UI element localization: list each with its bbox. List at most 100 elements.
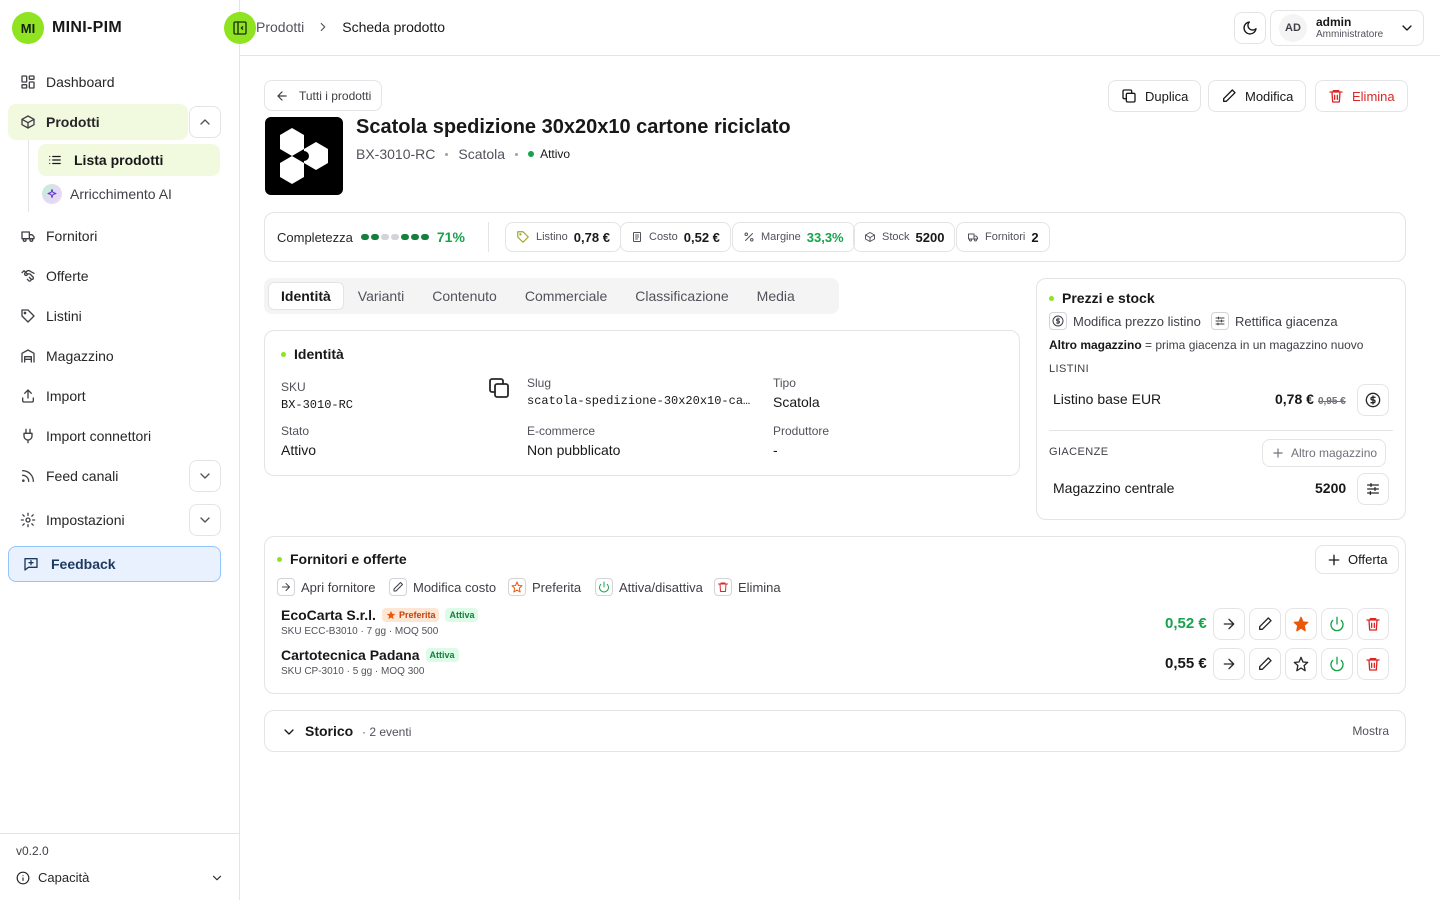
brand[interactable]: MI MINI-PIM — [12, 12, 122, 44]
divider — [488, 222, 489, 252]
sidebar-item-prodotti[interactable]: Prodotti — [8, 104, 188, 140]
open-supplier-button[interactable] — [1213, 608, 1245, 640]
tab-media[interactable]: Media — [743, 282, 809, 310]
chevron-down-icon — [200, 517, 210, 523]
preferred-toggle-button[interactable] — [1285, 648, 1317, 680]
sidebar-item-offerte[interactable]: Offerte — [8, 258, 220, 294]
warehouse-qty: 5200 — [1315, 480, 1347, 496]
sidebar-item-import-connettori[interactable]: Import connettori — [8, 418, 220, 454]
delete-label: Elimina — [1352, 88, 1395, 104]
edit-button[interactable]: Modifica — [1208, 80, 1307, 112]
legend-toggle-active: Attiva/disattiva — [595, 578, 703, 596]
sidebar-item-magazzino[interactable]: Magazzino — [8, 338, 220, 374]
preferred-toggle-button[interactable] — [1285, 608, 1317, 640]
rss-icon — [22, 470, 34, 482]
field-label: E-commerce — [527, 424, 596, 438]
product-image — [265, 117, 343, 195]
tab-classificazione[interactable]: Classificazione — [621, 282, 742, 310]
pencil-icon — [1259, 617, 1272, 630]
field-slug: Slug scatola-spedizione-30x20x10-ca… — [527, 376, 753, 408]
warehouse-name: Magazzino centrale — [1053, 480, 1175, 496]
divider — [1049, 430, 1393, 431]
receipt-icon — [633, 232, 641, 242]
completeness-value: 71% — [436, 229, 465, 245]
tab-identita[interactable]: Identità — [268, 282, 344, 310]
delete-offer-button[interactable] — [1357, 608, 1389, 640]
history-count: · 2 eventi — [362, 725, 412, 739]
sidebar-item-label: Listini — [46, 308, 82, 324]
history-show-button[interactable]: Mostra — [1352, 724, 1389, 738]
edit-list-price-button[interactable] — [1357, 384, 1389, 416]
theme-toggle-button[interactable] — [1234, 12, 1266, 44]
list-price-old: 0,95 € — [1317, 396, 1346, 407]
sidebar-item-import[interactable]: Import — [8, 378, 220, 414]
history-card[interactable]: Storico · 2 eventi Mostra — [264, 710, 1406, 752]
expand-impostazioni-button[interactable] — [189, 504, 221, 536]
giacenze-section-label: GIACENZE — [1049, 446, 1109, 458]
capacity-toggle[interactable]: Capacità — [16, 870, 224, 885]
edit-cost-button[interactable] — [1249, 648, 1281, 680]
sidebar-subitem-arricchimento-ai[interactable]: Arricchimento AI — [38, 178, 220, 210]
field-value: - — [773, 442, 778, 458]
sidebar-item-listini[interactable]: Listini — [8, 298, 220, 334]
breadcrumb: Prodotti Scheda prodotto — [256, 19, 445, 35]
panel-left-icon — [233, 21, 247, 35]
toggle-sidebar-button[interactable] — [224, 12, 256, 44]
back-to-products-button[interactable]: Tutti i prodotti — [264, 80, 383, 111]
copy-sku-button[interactable] — [487, 376, 511, 400]
duplicate-button[interactable]: Duplica — [1108, 80, 1202, 112]
trash-icon — [1366, 658, 1380, 671]
completeness-segment — [380, 234, 389, 240]
sidebar-subitem-lista-prodotti[interactable]: Lista prodotti — [38, 144, 220, 176]
expand-feed-canali-button[interactable] — [189, 460, 221, 492]
delete-offer-button[interactable] — [1357, 648, 1389, 680]
chevron-right-icon — [320, 22, 326, 32]
sidebar: MI MINI-PIM Dashboard Prodotti Lista pro… — [0, 0, 240, 900]
tab-varianti[interactable]: Varianti — [344, 282, 418, 310]
capacity-label: Capacità — [38, 870, 90, 885]
preferred-label: Preferita — [398, 610, 436, 620]
tag-icon — [517, 231, 529, 243]
toggle-active-button[interactable] — [1321, 608, 1353, 640]
stat-chip-listino: Listino 0,78 € — [505, 222, 621, 252]
add-warehouse-button[interactable]: Altro magazzino — [1262, 439, 1387, 467]
sidebar-item-label: Import — [46, 388, 86, 404]
field-value: BX-3010-RC — [281, 398, 354, 412]
completeness: Completezza 71% — [277, 229, 465, 245]
stat-chip-stock: Stock 5200 — [853, 222, 956, 252]
adjust-stock-button[interactable] — [1357, 473, 1389, 505]
sidebar-item-label: Import connettori — [46, 428, 152, 444]
dollar-icon — [1049, 312, 1067, 330]
sidebar-item-dashboard[interactable]: Dashboard — [8, 64, 220, 100]
sliders-icon — [1211, 312, 1229, 330]
warehouse-icon — [21, 349, 35, 363]
field-produttore: Produttore - — [773, 424, 829, 458]
sidebar-item-fornitori[interactable]: Fornitori — [8, 218, 220, 254]
supplier-row-name[interactable]: EcoCarta S.r.l. Preferita Attiva — [281, 607, 479, 623]
tab-contenuto[interactable]: Contenuto — [418, 282, 511, 310]
breadcrumb-prodotti[interactable]: Prodotti — [256, 19, 304, 35]
chip-label: Stock — [882, 231, 910, 243]
feedback-button[interactable]: Feedback — [8, 546, 221, 582]
supplier-price: 0,52 € — [1165, 615, 1207, 632]
add-offer-button[interactable]: Offerta — [1315, 545, 1399, 574]
delete-button[interactable]: Elimina — [1315, 80, 1408, 112]
history-title: Storico — [305, 723, 354, 739]
product-title: Scatola spedizione 30x20x10 cartone rici… — [356, 116, 791, 138]
package-icon — [21, 115, 35, 129]
power-icon — [595, 578, 613, 596]
collapse-prodotti-button[interactable] — [189, 106, 221, 138]
tab-commerciale[interactable]: Commerciale — [511, 282, 621, 310]
section-dot — [1049, 295, 1054, 301]
user-menu-button[interactable]: AD admin Amministratore — [1270, 10, 1424, 46]
arrow-left-icon — [277, 90, 287, 101]
supplier-name: Cartotecnica Padana — [281, 647, 420, 663]
edit-cost-button[interactable] — [1249, 608, 1281, 640]
listini-section-label: LISTINI — [1049, 363, 1090, 375]
stat-chip-fornitori: Fornitori 2 — [956, 222, 1050, 252]
toggle-active-button[interactable] — [1321, 648, 1353, 680]
open-supplier-button[interactable] — [1213, 648, 1245, 680]
power-icon — [1330, 656, 1344, 672]
chip-value: 0,78 € — [573, 229, 610, 245]
supplier-row-name[interactable]: Cartotecnica Padana Attiva — [281, 647, 459, 663]
